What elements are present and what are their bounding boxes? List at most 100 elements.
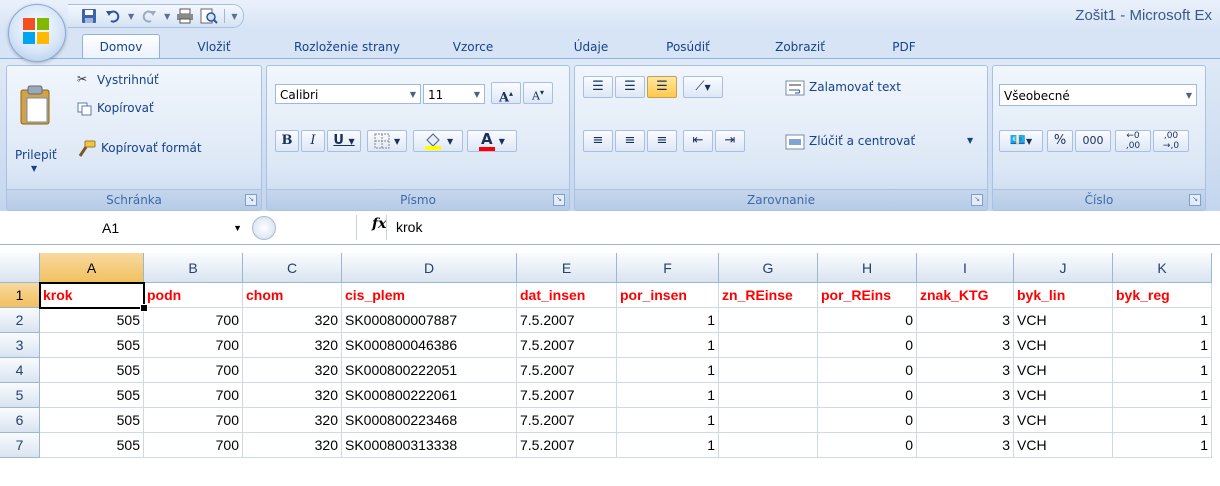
grow-font-button[interactable]: A▴ [491, 82, 521, 105]
quick-print-icon[interactable] [176, 8, 194, 24]
office-button[interactable] [8, 4, 66, 62]
column-header-a[interactable]: A [40, 253, 144, 283]
undo-dropdown-icon[interactable]: ▼ [128, 12, 134, 21]
name-box[interactable]: A1 ▼ [18, 218, 250, 238]
header-cell[interactable]: podn [144, 283, 243, 308]
customize-dropdown-icon[interactable]: ▼ [231, 12, 237, 21]
table-cell[interactable]: 700 [144, 333, 243, 358]
header-cell[interactable]: por_insen [617, 283, 719, 308]
header-cell[interactable]: cis_plem [342, 283, 517, 308]
borders-button[interactable]: ▼ [367, 130, 407, 152]
table-cell[interactable]: 505 [40, 308, 144, 333]
table-cell[interactable]: 3 [917, 358, 1014, 383]
table-cell[interactable]: 320 [243, 358, 342, 383]
table-cell[interactable]: 1 [617, 308, 719, 333]
formula-input[interactable]: krok [396, 219, 422, 235]
column-header-j[interactable]: J [1014, 253, 1113, 283]
paste-dropdown-icon[interactable]: ▼ [31, 164, 37, 173]
align-bottom-button[interactable]: ☰ [647, 76, 677, 98]
formula-bar-splitter[interactable] [252, 216, 276, 240]
select-all-corner[interactable] [0, 253, 40, 283]
table-cell[interactable]: 0 [818, 408, 917, 433]
shrink-font-button[interactable]: A▾ [523, 82, 553, 104]
table-cell[interactable]: 3 [917, 383, 1014, 408]
table-cell[interactable]: 700 [144, 408, 243, 433]
tab-posudit[interactable]: Posúdiť [660, 36, 716, 58]
table-cell[interactable]: 3 [917, 308, 1014, 333]
table-cell[interactable]: 0 [818, 333, 917, 358]
row-header-3[interactable]: 3 [0, 333, 40, 358]
align-top-button[interactable]: ☰ [583, 76, 613, 98]
increase-decimal-button[interactable]: ←0,00 [1115, 130, 1151, 152]
table-cell[interactable]: 320 [243, 408, 342, 433]
increase-indent-button[interactable]: ⇥ [715, 130, 745, 152]
table-cell[interactable]: 700 [144, 433, 243, 458]
clipboard-dialog-launcher-icon[interactable]: ↘ [245, 194, 257, 206]
align-middle-button[interactable]: ☰ [615, 76, 645, 98]
table-cell[interactable]: 505 [40, 383, 144, 408]
table-cell[interactable]: 320 [243, 333, 342, 358]
table-cell[interactable]: 7.5.2007 [517, 433, 617, 458]
table-cell[interactable]: VCH [1014, 333, 1113, 358]
orientation-button[interactable]: ⟋▼ [683, 76, 723, 98]
table-cell[interactable] [719, 308, 818, 333]
table-cell[interactable]: 505 [40, 408, 144, 433]
tab-domov[interactable]: Domov [82, 34, 160, 59]
tab-udaje[interactable]: Údaje [566, 36, 616, 58]
header-cell[interactable]: zn_REinse [719, 283, 818, 308]
align-left-button[interactable]: ≡ [583, 130, 613, 152]
table-cell[interactable]: 505 [40, 358, 144, 383]
table-cell[interactable]: VCH [1014, 408, 1113, 433]
save-icon[interactable] [80, 8, 98, 24]
table-cell[interactable] [719, 433, 818, 458]
table-cell[interactable] [719, 333, 818, 358]
italic-button[interactable]: I [301, 130, 325, 152]
header-cell[interactable]: byk_lin [1014, 283, 1113, 308]
redo-dropdown-icon[interactable]: ▼ [164, 12, 170, 21]
table-cell[interactable]: 700 [144, 383, 243, 408]
table-cell[interactable]: 1 [617, 358, 719, 383]
column-header-f[interactable]: F [617, 253, 719, 283]
merge-center-button[interactable]: Zlúčiť a centrovať ▼ [785, 132, 981, 152]
tab-vzorce[interactable]: Vzorce [444, 36, 502, 58]
decrease-decimal-button[interactable]: ,00 →,0 [1153, 130, 1189, 152]
font-name-select[interactable]: Calibri ▼ [275, 84, 421, 104]
thousands-separator-button[interactable]: 000 [1075, 130, 1111, 152]
underline-button[interactable]: U ▼ [327, 130, 361, 152]
header-cell[interactable]: krok [40, 283, 144, 308]
table-cell[interactable]: 1 [617, 383, 719, 408]
redo-icon[interactable] [140, 8, 158, 24]
table-cell[interactable]: 7.5.2007 [517, 408, 617, 433]
insert-function-button[interactable]: fx [372, 216, 386, 232]
table-cell[interactable]: SK000800222051 [342, 358, 517, 383]
row-header-6[interactable]: 6 [0, 408, 40, 433]
alignment-dialog-launcher-icon[interactable]: ↘ [971, 194, 983, 206]
table-cell[interactable] [719, 408, 818, 433]
print-preview-icon[interactable] [200, 8, 219, 24]
fill-handle[interactable] [140, 304, 148, 312]
header-cell[interactable]: znak_KTG [917, 283, 1014, 308]
table-cell[interactable]: 7.5.2007 [517, 308, 617, 333]
table-cell[interactable]: 320 [243, 308, 342, 333]
font-size-select[interactable]: 11 ▼ [423, 84, 485, 104]
table-cell[interactable]: 0 [818, 383, 917, 408]
column-header-h[interactable]: H [818, 253, 917, 283]
column-header-b[interactable]: B [144, 253, 243, 283]
table-cell[interactable]: VCH [1014, 308, 1113, 333]
table-cell[interactable]: 1 [617, 333, 719, 358]
table-cell[interactable]: 320 [243, 383, 342, 408]
table-cell[interactable]: 1 [1113, 408, 1212, 433]
row-header-1[interactable]: 1 [0, 283, 40, 308]
row-header-4[interactable]: 4 [0, 358, 40, 383]
table-cell[interactable]: 3 [917, 433, 1014, 458]
table-cell[interactable]: 320 [243, 433, 342, 458]
number-format-select[interactable]: Všeobecné ▼ [999, 84, 1197, 106]
paste-button[interactable]: Prilepiť ▼ [9, 84, 63, 184]
table-cell[interactable]: 3 [917, 408, 1014, 433]
tab-zobrazit[interactable]: Zobraziť [768, 36, 832, 58]
align-center-button[interactable]: ≡ [615, 130, 645, 152]
table-cell[interactable]: 0 [818, 308, 917, 333]
header-cell[interactable]: chom [243, 283, 342, 308]
header-cell[interactable]: dat_insen [517, 283, 617, 308]
row-header-5[interactable]: 5 [0, 383, 40, 408]
